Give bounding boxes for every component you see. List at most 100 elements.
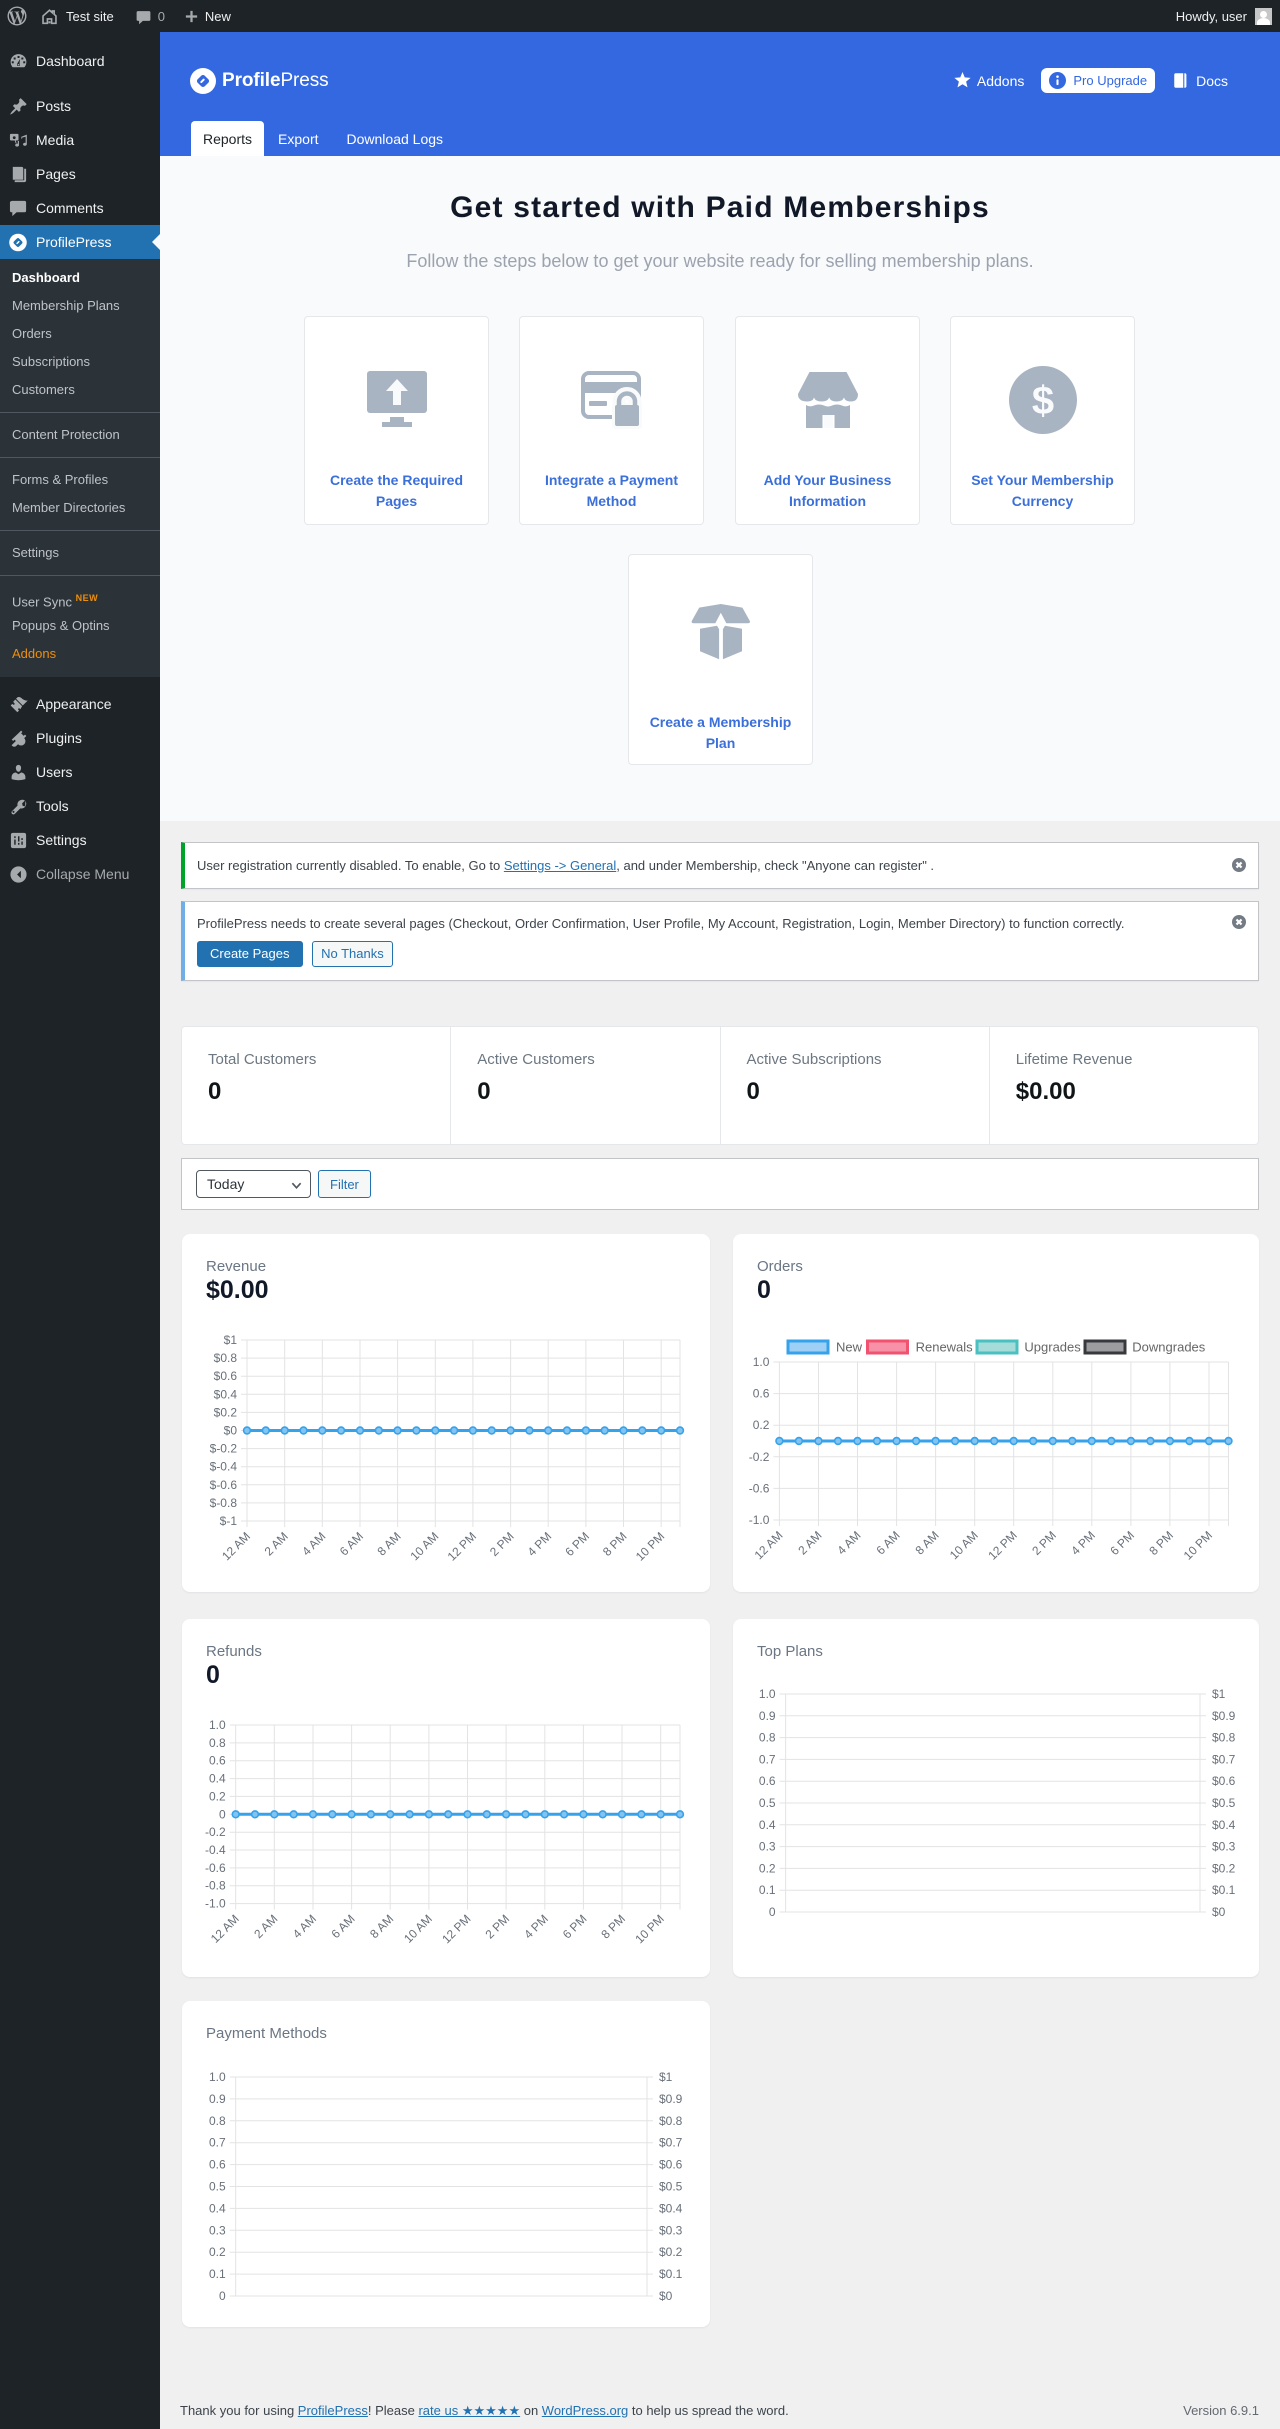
svg-text:4 AM: 4 AM (290, 1912, 319, 1941)
svg-text:0.1: 0.1 (759, 1883, 776, 1897)
svg-text:$0.2: $0.2 (1212, 1861, 1236, 1875)
svg-text:$0.9: $0.9 (659, 2092, 683, 2106)
svg-text:2 AM: 2 AM (795, 1528, 824, 1557)
svg-text:$0.6: $0.6 (1212, 1774, 1236, 1788)
svg-text:2 AM: 2 AM (262, 1529, 291, 1558)
svg-text:0.5: 0.5 (209, 2180, 226, 2194)
svg-text:8 PM: 8 PM (1146, 1528, 1176, 1558)
svg-text:10 PM: 10 PM (633, 1529, 667, 1563)
svg-text:$1: $1 (224, 1333, 238, 1347)
svg-text:0.5: 0.5 (759, 1796, 776, 1810)
svg-text:$0: $0 (224, 1424, 238, 1438)
svg-text:0.6: 0.6 (209, 1754, 226, 1768)
svg-text:10 AM: 10 AM (407, 1529, 441, 1563)
svg-text:$0.9: $0.9 (1212, 1709, 1236, 1723)
svg-text:-0.8: -0.8 (205, 1879, 226, 1893)
svg-text:0.9: 0.9 (209, 2092, 226, 2106)
svg-text:$0.6: $0.6 (659, 2158, 683, 2172)
svg-text:1.0: 1.0 (753, 1355, 770, 1369)
svg-text:-0.6: -0.6 (205, 1861, 226, 1875)
svg-text:4 AM: 4 AM (299, 1529, 328, 1558)
svg-text:2 PM: 2 PM (483, 1912, 513, 1942)
svg-text:6 AM: 6 AM (873, 1528, 902, 1557)
svg-text:0.2: 0.2 (753, 1418, 770, 1432)
svg-text:0.7: 0.7 (209, 2136, 226, 2150)
svg-text:$1: $1 (1212, 1687, 1226, 1701)
svg-text:0.2: 0.2 (209, 1789, 226, 1803)
svg-text:0.9: 0.9 (759, 1709, 776, 1723)
svg-text:4 PM: 4 PM (525, 1529, 555, 1559)
svg-text:0.3: 0.3 (209, 2223, 226, 2237)
svg-text:1.0: 1.0 (759, 1687, 776, 1701)
svg-text:$0.5: $0.5 (659, 2180, 683, 2194)
svg-text:$-1: $-1 (220, 1514, 238, 1528)
svg-text:8 PM: 8 PM (598, 1912, 628, 1942)
svg-text:10 PM: 10 PM (632, 1912, 666, 1946)
svg-text:$0.4: $0.4 (1212, 1818, 1236, 1832)
svg-text:0.8: 0.8 (209, 1736, 226, 1750)
svg-text:$-0.2: $-0.2 (210, 1442, 238, 1456)
svg-text:0.2: 0.2 (209, 2245, 226, 2259)
svg-text:1.0: 1.0 (209, 1718, 226, 1732)
svg-text:12 PM: 12 PM (445, 1529, 479, 1563)
svg-text:4 PM: 4 PM (521, 1912, 551, 1942)
svg-text:10 PM: 10 PM (1181, 1528, 1215, 1562)
svg-text:$1: $1 (659, 2070, 673, 2084)
svg-text:$0.7: $0.7 (1212, 1752, 1236, 1766)
svg-text:0: 0 (219, 2289, 226, 2303)
svg-text:12 AM: 12 AM (752, 1528, 786, 1562)
svg-text:6 PM: 6 PM (1107, 1528, 1137, 1558)
svg-text:-1.0: -1.0 (749, 1513, 770, 1527)
svg-text:$-0.8: $-0.8 (210, 1496, 238, 1510)
svg-text:6 PM: 6 PM (560, 1912, 590, 1942)
svg-text:0: 0 (219, 1807, 226, 1821)
svg-text:-0.2: -0.2 (749, 1450, 770, 1464)
svg-text:1.0: 1.0 (209, 2070, 226, 2084)
svg-text:$0.2: $0.2 (659, 2245, 683, 2259)
svg-text:0.4: 0.4 (209, 1772, 226, 1786)
svg-text:$0.5: $0.5 (1212, 1796, 1236, 1810)
svg-text:$0: $0 (1212, 1905, 1226, 1919)
svg-text:$0.7: $0.7 (659, 2136, 683, 2150)
svg-text:0.3: 0.3 (759, 1840, 776, 1854)
svg-text:$0.8: $0.8 (659, 2114, 683, 2128)
svg-text:2 AM: 2 AM (251, 1912, 280, 1941)
svg-text:8 AM: 8 AM (374, 1529, 403, 1558)
svg-text:6 AM: 6 AM (328, 1912, 357, 1941)
svg-text:$0.8: $0.8 (214, 1351, 238, 1365)
svg-text:$0.8: $0.8 (1212, 1731, 1236, 1745)
svg-text:0.7: 0.7 (759, 1752, 776, 1766)
svg-text:0.8: 0.8 (209, 2114, 226, 2128)
svg-text:6 AM: 6 AM (337, 1529, 366, 1558)
svg-text:$0.2: $0.2 (214, 1405, 238, 1419)
svg-text:0: 0 (769, 1905, 776, 1919)
svg-text:0.1: 0.1 (209, 2267, 226, 2281)
svg-text:4 AM: 4 AM (834, 1528, 863, 1557)
svg-text:-0.2: -0.2 (205, 1825, 226, 1839)
svg-text:0.2: 0.2 (759, 1861, 776, 1875)
svg-text:0.6: 0.6 (209, 2158, 226, 2172)
svg-text:0.6: 0.6 (753, 1387, 770, 1401)
svg-text:6 PM: 6 PM (562, 1529, 592, 1559)
svg-text:12 AM: 12 AM (208, 1912, 242, 1946)
svg-text:2 PM: 2 PM (1029, 1528, 1059, 1558)
svg-text:$0: $0 (659, 2289, 673, 2303)
svg-text:2 PM: 2 PM (487, 1529, 517, 1559)
svg-text:8 PM: 8 PM (600, 1529, 630, 1559)
svg-text:12 PM: 12 PM (439, 1912, 473, 1946)
svg-text:10 AM: 10 AM (947, 1528, 981, 1562)
svg-text:$0.3: $0.3 (659, 2223, 683, 2237)
svg-text:0.4: 0.4 (759, 1818, 776, 1832)
svg-text:12 AM: 12 AM (219, 1529, 253, 1563)
svg-text:$0.1: $0.1 (659, 2267, 683, 2281)
svg-text:$0.1: $0.1 (1212, 1883, 1236, 1897)
svg-text:$0.4: $0.4 (214, 1387, 238, 1401)
svg-text:0.4: 0.4 (209, 2201, 226, 2215)
svg-text:-0.6: -0.6 (749, 1481, 770, 1495)
svg-text:0.6: 0.6 (759, 1774, 776, 1788)
svg-text:10 AM: 10 AM (401, 1912, 435, 1946)
svg-text:8 AM: 8 AM (367, 1912, 396, 1941)
svg-text:$0.4: $0.4 (659, 2201, 683, 2215)
svg-text:12 PM: 12 PM (985, 1528, 1019, 1562)
svg-text:$: $ (1031, 379, 1053, 423)
